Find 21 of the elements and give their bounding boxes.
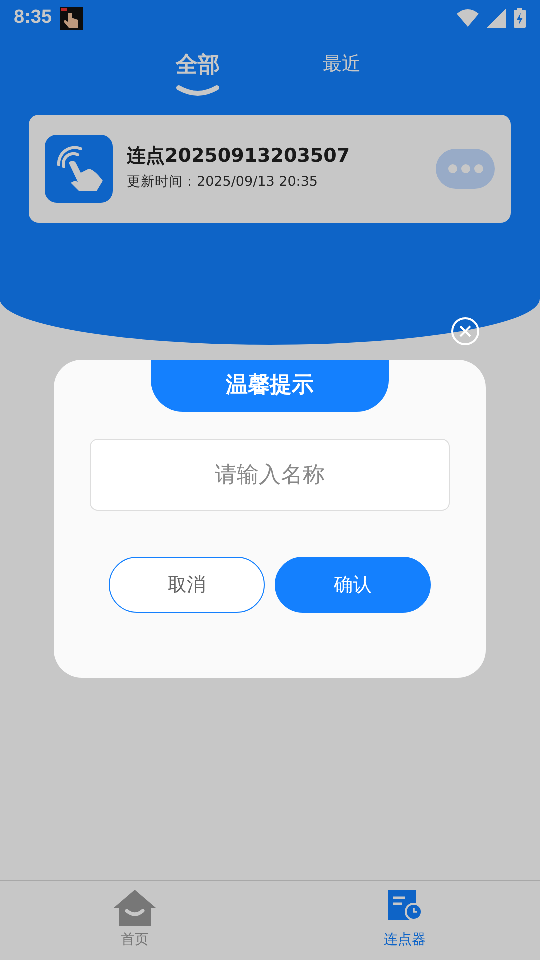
name-input-field[interactable]: 请输入名称: [90, 439, 450, 511]
nav-tab[interactable]: 连点器: [270, 881, 540, 960]
tap-hand-icon: [45, 134, 113, 203]
hand-icon: [60, 6, 84, 30]
wifi-icon: [457, 9, 479, 27]
nav-tab[interactable]: 首页: [0, 881, 270, 960]
confirm-button[interactable]: 确认: [275, 557, 431, 613]
item-card[interactable]: 连点20250913203507 更新时间：2025/09/13 20:35: [29, 114, 511, 223]
dialog-title: 温馨提示: [151, 360, 389, 412]
close-button[interactable]: [451, 317, 480, 346]
more-icon: [448, 164, 484, 174]
status-time: 8:35: [14, 6, 52, 30]
home-icon: [114, 890, 156, 926]
cancel-button[interactable]: 取消: [109, 557, 265, 613]
item-updated-time: 更新时间：2025/09/13 20:35: [127, 172, 320, 192]
tab[interactable]: 全部: [176, 52, 220, 81]
battery-icon: [514, 8, 526, 28]
item-title: 连点20250913203507: [127, 145, 350, 168]
tab-indicator: [176, 84, 220, 97]
signal-icon: [487, 8, 506, 28]
tab[interactable]: 最近: [323, 52, 361, 77]
